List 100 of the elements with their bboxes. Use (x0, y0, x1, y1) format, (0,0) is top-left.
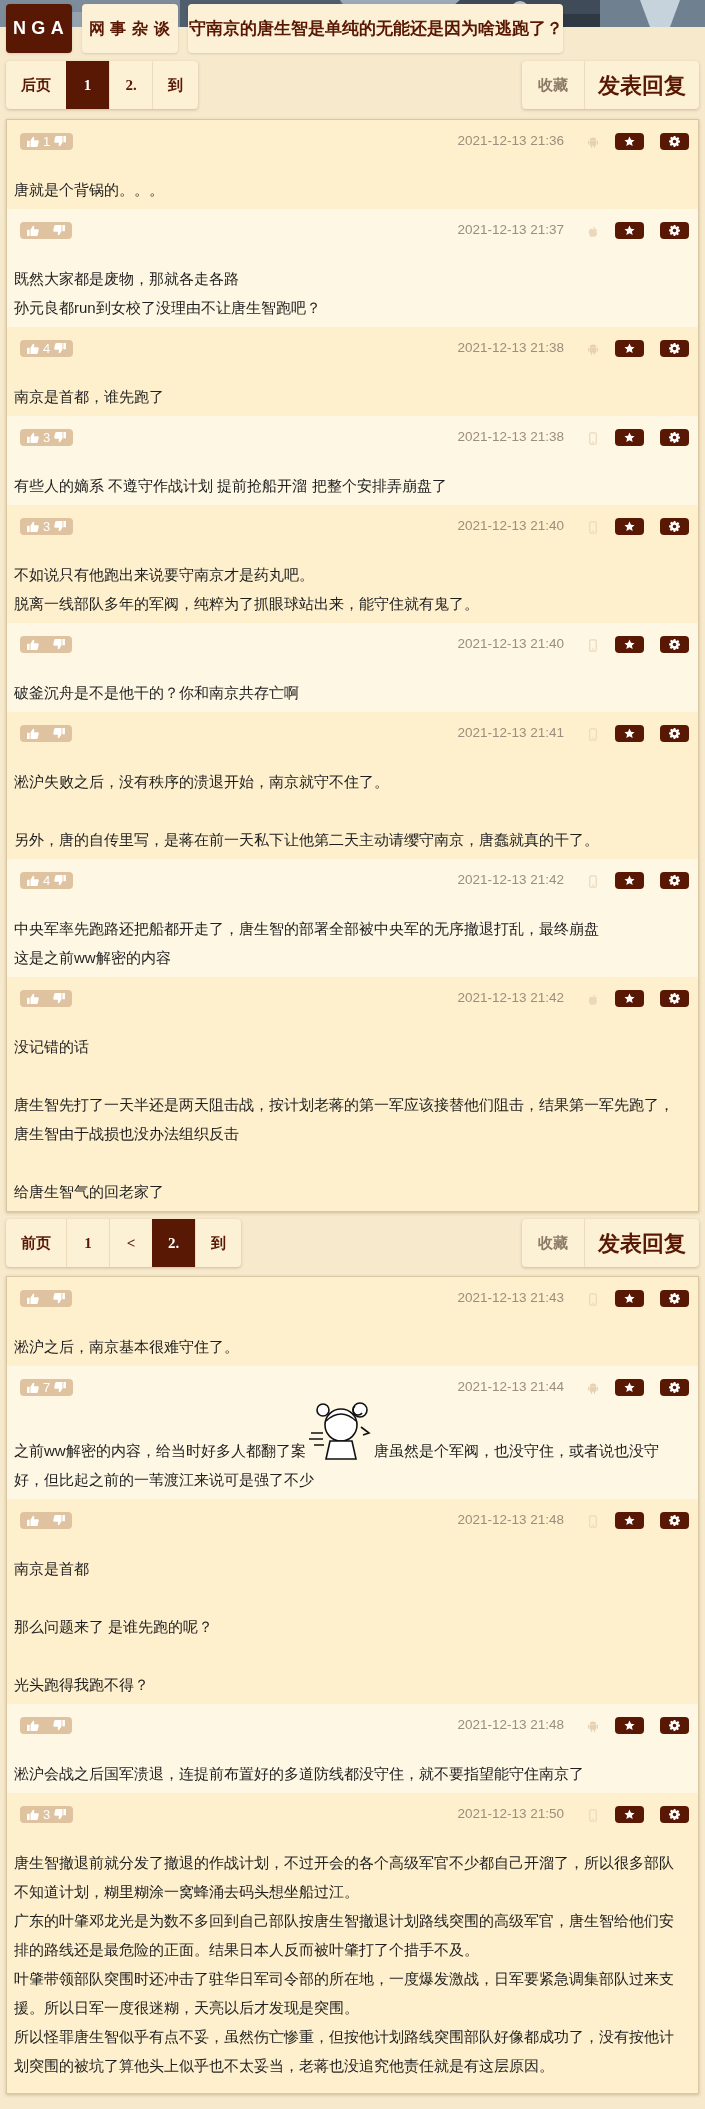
reply-button[interactable]: 发表回复 (584, 1219, 699, 1267)
thread-title[interactable]: 守南京的唐生智是单纯的无能还是因为啥逃跑了？ (188, 4, 563, 53)
page-button[interactable]: 2. (109, 61, 152, 109)
settings-button[interactable] (660, 724, 689, 742)
favorite-button[interactable] (615, 1716, 644, 1734)
vote-count: 4 (43, 871, 51, 889)
page-button[interactable]: 1 (66, 1219, 109, 1267)
thumbs-up-icon[interactable] (27, 342, 39, 354)
page-button[interactable]: 前页 (6, 1219, 66, 1267)
settings-icon (669, 431, 680, 443)
favorite-button[interactable] (615, 635, 644, 653)
settings-button[interactable] (660, 1289, 689, 1307)
thumbs-up-icon[interactable] (27, 992, 39, 1004)
bookmark-button[interactable]: 收藏 (522, 1219, 584, 1267)
logo[interactable]: NGA (6, 4, 72, 53)
favorite-button[interactable] (615, 428, 644, 446)
favorite-button[interactable] (615, 871, 644, 889)
page-button[interactable]: 到 (195, 1219, 241, 1267)
vote-count: 1 (43, 132, 51, 150)
phone-icon (588, 875, 598, 888)
favorite-button[interactable] (615, 1289, 644, 1307)
favorite-button[interactable] (615, 1511, 644, 1529)
thumbs-up-icon[interactable] (27, 638, 39, 650)
favorite-button[interactable] (615, 132, 644, 150)
settings-button[interactable] (660, 517, 689, 535)
thumbs-up-icon[interactable] (27, 431, 39, 443)
settings-button[interactable] (660, 1378, 689, 1396)
post-text: 另外，唐的自传里写，是蒋在前一天私下让他第二天主动请缨守南京，唐蠢就真的干了。 (14, 830, 600, 850)
settings-button[interactable] (660, 132, 689, 150)
robot-icon (588, 136, 598, 149)
robot-icon (588, 1720, 598, 1733)
post-time: 2021-12-13 21:50 (457, 1804, 564, 1823)
bookmark-button[interactable]: 收藏 (522, 61, 584, 109)
thumbs-down-icon[interactable] (53, 1292, 65, 1304)
page-button[interactable]: 到 (152, 61, 198, 109)
vote-count: 3 (43, 1805, 51, 1823)
thumbs-up-icon[interactable] (27, 1719, 39, 1731)
settings-button[interactable] (660, 339, 689, 357)
phone-icon (588, 432, 598, 445)
star-icon (624, 1719, 635, 1731)
favorite-button[interactable] (615, 1378, 644, 1396)
thumbs-down-icon[interactable] (54, 431, 67, 443)
post-text: 破釜沉舟是不是他干的？你和南京共存亡啊 (14, 683, 300, 703)
page-button[interactable]: 后页 (6, 61, 66, 109)
thumbs-down-icon[interactable] (53, 1514, 65, 1526)
settings-button[interactable] (660, 1716, 689, 1734)
thumbs-down-icon[interactable] (54, 520, 67, 532)
apple-icon (588, 993, 598, 1006)
post-time: 2021-12-13 21:40 (457, 516, 564, 535)
post-text: 唐生智撤退前就分发了撤退的作战计划，不过开会的各个高级军官不少都自己开溜了，所以很多部队不知道计划，糊里糊涂一窝蜂涌去码头想坐船过江。 (14, 1853, 675, 1902)
post-text: 没记错的话 (14, 1037, 90, 1057)
settings-button[interactable] (660, 1511, 689, 1529)
thumbs-down-icon[interactable] (54, 1808, 67, 1820)
favorite-button[interactable] (615, 724, 644, 742)
post-text: 这是之前ww解密的内容 (14, 948, 172, 968)
thumbs-up-icon[interactable] (27, 1514, 39, 1526)
thumbs-down-icon[interactable] (54, 135, 67, 147)
thumbs-down-icon[interactable] (53, 224, 65, 236)
post-text: 中央军率先跑路还把船都开走了，唐生智的部署全部被中央军的无序撤退打乱，最终崩盘 (14, 919, 600, 939)
post-text: 那么问题来了 是谁先跑的呢？ (14, 1617, 215, 1637)
thumbs-down-icon[interactable] (53, 1719, 65, 1731)
favorite-button[interactable] (615, 989, 644, 1007)
post-text: 南京是首都 (14, 1559, 90, 1579)
forum-link[interactable]: 网事杂谈 (82, 4, 178, 53)
post-text: 之前ww解密的内容，给当时好多人都翻了案 (14, 1441, 306, 1461)
thumbs-down-icon[interactable] (54, 874, 67, 886)
settings-button[interactable] (660, 428, 689, 446)
star-icon (624, 431, 635, 443)
favorite-button[interactable] (615, 339, 644, 357)
star-icon (624, 727, 635, 739)
thumbs-up-icon[interactable] (27, 520, 39, 532)
thumbs-up-icon[interactable] (27, 224, 39, 236)
thumbs-up-icon[interactable] (27, 874, 39, 886)
apple-icon (588, 225, 598, 238)
thumbs-up-icon[interactable] (27, 1292, 39, 1304)
settings-button[interactable] (660, 221, 689, 239)
favorite-button[interactable] (615, 1805, 644, 1823)
thumbs-down-icon[interactable] (53, 638, 65, 650)
post-text: 光头跑得我跑不得？ (14, 1675, 150, 1695)
thumbs-down-icon[interactable] (54, 1381, 67, 1393)
page-button[interactable]: 1 (66, 61, 109, 109)
thumbs-up-icon[interactable] (27, 1381, 39, 1393)
vote-count: 7 (43, 1378, 51, 1396)
thumbs-down-icon[interactable] (53, 992, 65, 1004)
thumbs-up-icon[interactable] (27, 1808, 39, 1820)
star-icon (624, 342, 635, 354)
favorite-button[interactable] (615, 221, 644, 239)
thumbs-down-icon[interactable] (54, 342, 67, 354)
settings-button[interactable] (660, 871, 689, 889)
thumbs-up-icon[interactable] (27, 727, 39, 739)
page-button[interactable]: 2. (152, 1219, 195, 1267)
thumbs-down-icon[interactable] (53, 727, 65, 739)
post-time: 2021-12-13 21:48 (457, 1715, 564, 1734)
settings-button[interactable] (660, 635, 689, 653)
reply-button[interactable]: 发表回复 (584, 61, 699, 109)
favorite-button[interactable] (615, 517, 644, 535)
settings-button[interactable] (660, 989, 689, 1007)
thumbs-up-icon[interactable] (27, 135, 39, 147)
post-time: 2021-12-13 21:43 (457, 1288, 564, 1307)
settings-button[interactable] (660, 1805, 689, 1823)
